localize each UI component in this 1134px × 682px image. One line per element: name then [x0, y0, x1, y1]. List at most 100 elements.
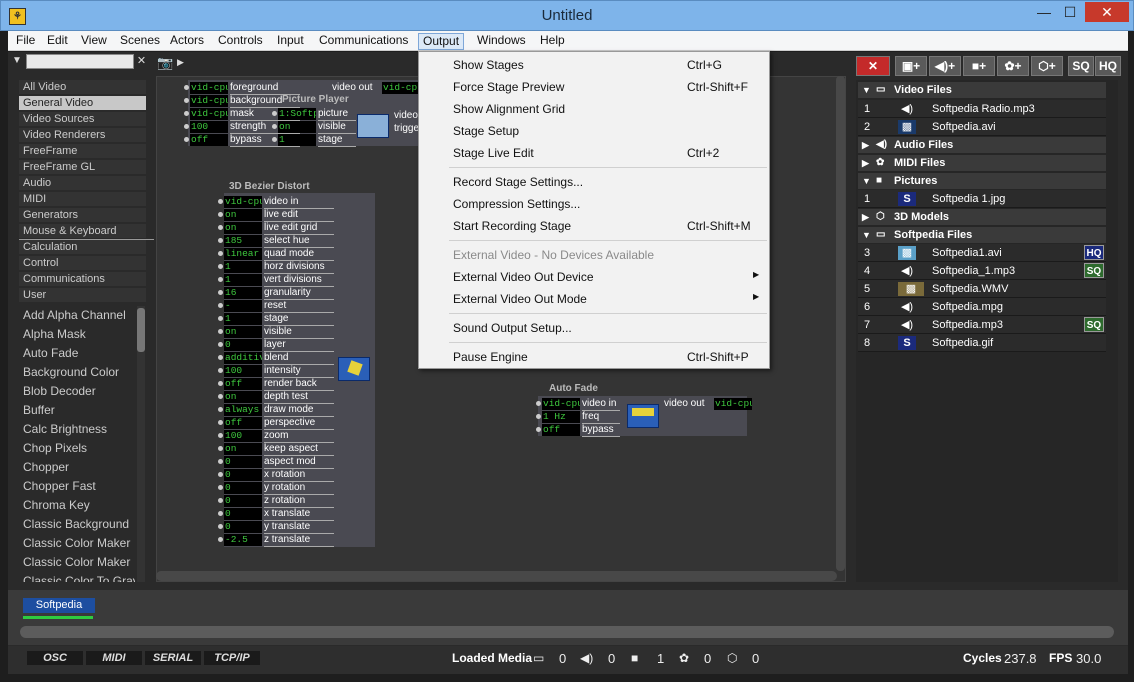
actor-item[interactable]: Calc Brightness — [19, 420, 135, 439]
category-video-sources[interactable]: Video Sources — [19, 112, 146, 126]
param-value[interactable]: 185 — [224, 235, 262, 247]
menu-record-stage-settings[interactable]: Record Stage Settings... — [419, 171, 769, 193]
input-port[interactable] — [218, 407, 223, 412]
menu-compression-settings[interactable]: Compression Settings... — [419, 193, 769, 215]
input-port[interactable] — [218, 225, 223, 230]
input-port[interactable] — [184, 124, 189, 129]
midi-button[interactable]: MIDI — [86, 651, 142, 665]
param-value[interactable]: 1 — [278, 134, 316, 146]
actor-item[interactable]: Classic Background — [19, 515, 135, 534]
param-value[interactable]: on — [224, 443, 262, 455]
remove-media-button[interactable]: ✕ — [856, 56, 890, 76]
category-freeframe[interactable]: FreeFrame — [19, 144, 146, 158]
expand-triangle-icon[interactable]: ▶ — [862, 155, 869, 171]
param-value[interactable]: 16 — [224, 287, 262, 299]
input-port[interactable] — [184, 85, 189, 90]
menu-file[interactable]: File — [12, 33, 39, 50]
input-port[interactable] — [218, 420, 223, 425]
actor-item[interactable]: Chopper Fast — [19, 477, 135, 496]
input-port[interactable] — [218, 433, 223, 438]
add-3d-model-button[interactable]: ⬡+ — [1031, 56, 1063, 76]
param-value[interactable]: vid-cpu — [542, 398, 580, 410]
menu-external-video-out-device[interactable]: External Video Out Device ▶ — [419, 266, 769, 288]
param-value[interactable]: 100 — [224, 430, 262, 442]
param-value[interactable]: vid-cpu — [190, 82, 228, 94]
param-value[interactable]: off — [190, 134, 228, 146]
input-port[interactable] — [218, 394, 223, 399]
expand-triangle-icon[interactable]: ▼ — [862, 227, 871, 243]
category-generators[interactable]: Generators — [19, 208, 146, 222]
camera-icon[interactable]: 📷 — [157, 55, 173, 71]
expand-triangle-icon[interactable]: ▶ — [862, 137, 869, 153]
input-port[interactable] — [218, 511, 223, 516]
input-port[interactable] — [184, 98, 189, 103]
media-file-row[interactable]: 4 ◀) Softpedia_1.mp3 SQ — [858, 262, 1106, 280]
input-port[interactable] — [218, 264, 223, 269]
category-user[interactable]: User — [19, 288, 146, 302]
filter-icon[interactable]: ▼ — [12, 55, 22, 66]
input-port[interactable] — [218, 368, 223, 373]
media-file-row[interactable]: 5 ▩ Softpedia.WMV — [858, 280, 1106, 298]
input-port[interactable] — [184, 111, 189, 116]
maximize-button[interactable]: ☐ — [1057, 2, 1083, 22]
param-value[interactable]: on — [224, 209, 262, 221]
menu-scenes[interactable]: Scenes — [116, 33, 164, 50]
hq-badge[interactable]: HQ — [1084, 245, 1104, 260]
menu-communications[interactable]: Communications — [315, 33, 412, 50]
actor-item[interactable]: Chop Pixels — [19, 439, 135, 458]
param-value[interactable]: 1:Softp — [278, 108, 316, 120]
param-value[interactable]: on — [278, 121, 316, 133]
param-value[interactable]: 1 — [224, 261, 262, 273]
input-port[interactable] — [218, 537, 223, 542]
menu-external-video-out-mode[interactable]: External Video Out Mode ▶ — [419, 288, 769, 310]
param-value[interactable]: 0 — [224, 508, 262, 520]
input-port[interactable] — [272, 111, 277, 116]
param-value[interactable]: vid-cpu — [190, 95, 228, 107]
category-freeframe-gl[interactable]: FreeFrame GL — [19, 160, 146, 174]
input-port[interactable] — [184, 137, 189, 142]
input-port[interactable] — [218, 303, 223, 308]
category-control[interactable]: Control — [19, 256, 146, 270]
actor-item[interactable]: Chroma Key — [19, 496, 135, 515]
patch-horizontal-scrollbar[interactable] — [156, 571, 837, 581]
input-port[interactable] — [218, 524, 223, 529]
menu-input[interactable]: Input — [273, 33, 308, 50]
param-value[interactable]: off — [224, 417, 262, 429]
minimize-button[interactable]: — — [1031, 2, 1057, 22]
input-port[interactable] — [218, 459, 223, 464]
scroll-thumb[interactable] — [137, 308, 145, 352]
actor-item[interactable]: Classic Color Maker — [19, 553, 135, 572]
param-value[interactable]: 100 — [190, 121, 228, 133]
param-value[interactable]: 0 — [224, 482, 262, 494]
input-port[interactable] — [218, 355, 223, 360]
actor-item[interactable]: Alpha Mask — [19, 325, 135, 344]
input-port[interactable] — [218, 316, 223, 321]
category-midi[interactable]: MIDI — [19, 192, 146, 206]
tcpip-button[interactable]: TCP/IP — [204, 651, 260, 665]
input-port[interactable] — [218, 199, 223, 204]
add-picture-button[interactable]: ■+ — [963, 56, 995, 76]
menu-show-alignment-grid[interactable]: Show Alignment Grid — [419, 98, 769, 120]
serial-button[interactable]: SERIAL — [145, 651, 201, 665]
param-value[interactable]: - — [224, 300, 262, 312]
menu-sound-output-setup[interactable]: Sound Output Setup... — [419, 317, 769, 339]
category-all-video[interactable]: All Video — [19, 80, 146, 94]
media-file-row[interactable]: 3 ▩ Softpedia1.avi HQ — [858, 244, 1106, 262]
group-softpedia-files[interactable]: ▼ ▭ Softpedia Files — [858, 227, 1106, 243]
group-midi-files[interactable]: ▶ ✿ MIDI Files — [858, 155, 1106, 171]
menu-actors[interactable]: Actors — [166, 33, 208, 50]
group-video-files[interactable]: ▼ ▭ Video Files — [858, 82, 1106, 98]
menu-help[interactable]: Help — [536, 33, 569, 50]
param-value[interactable]: on — [224, 222, 262, 234]
scene-scrollbar[interactable] — [20, 626, 1114, 638]
actor-item[interactable]: Auto Fade — [19, 344, 135, 363]
input-port[interactable] — [536, 414, 541, 419]
actor-item[interactable]: Classic Color Maker — [19, 534, 135, 553]
menu-start-recording-stage[interactable]: Start Recording Stage Ctrl-Shift+M — [419, 215, 769, 237]
group-audio-files[interactable]: ▶ ◀) Audio Files — [858, 137, 1106, 153]
actor-search-input[interactable] — [26, 54, 134, 69]
input-port[interactable] — [218, 342, 223, 347]
actor-item[interactable]: Classic Color To Gray — [19, 572, 135, 582]
input-port[interactable] — [218, 381, 223, 386]
param-value[interactable]: off — [542, 424, 580, 436]
